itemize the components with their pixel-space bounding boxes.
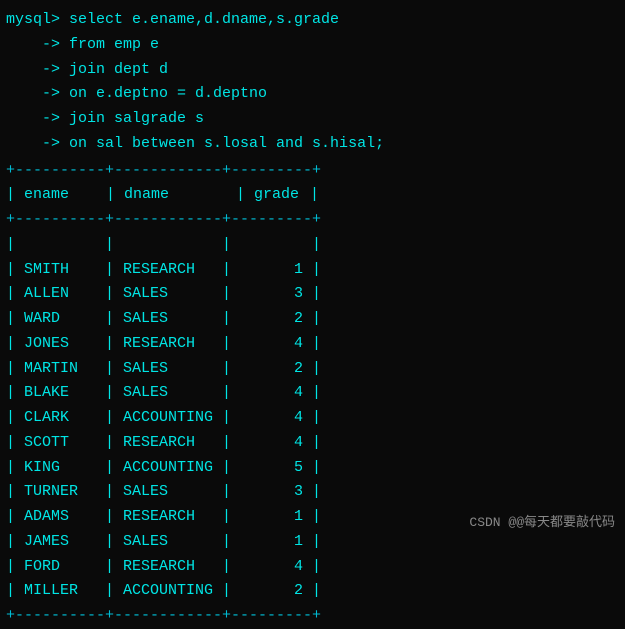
table-row: | TURNER | SALES | 3 | [6, 480, 619, 505]
header-grade: grade [254, 183, 310, 208]
table-row: | SCOTT | RESEARCH | 4 | [6, 431, 619, 456]
table-row: | BLAKE | SALES | 4 | [6, 381, 619, 406]
header-border: +----------+------------+---------+ [6, 208, 619, 233]
query-line-6: -> on sal between s.losal and s.hisal; [6, 132, 619, 157]
table-header: | ename| dname| grade| [6, 183, 619, 208]
result-table: +----------+------------+---------+ | en… [6, 159, 619, 629]
arrow-prompt-2: -> [6, 33, 60, 58]
table-row: | KING | ACCOUNTING | 5 | [6, 456, 619, 481]
arrow-prompt-6: -> [6, 132, 60, 157]
arrow-prompt-5: -> [6, 107, 60, 132]
watermark: CSDN @@每天都要敲代码 [469, 511, 615, 530]
query-text-3: join dept d [60, 58, 168, 83]
query-text-4: on e.deptno = d.deptno [60, 82, 267, 107]
query-text-5: join salgrade s [60, 107, 204, 132]
table-row: | SMITH | RESEARCH | 1 | [6, 258, 619, 283]
query-line-2: -> from emp e [6, 33, 619, 58]
query-line-3: -> join dept d [6, 58, 619, 83]
table-row: | MILLER | ACCOUNTING | 2 | [6, 579, 619, 604]
query-line-4: -> on e.deptno = d.deptno [6, 82, 619, 107]
table-row: | FORD | RESEARCH | 4 | [6, 555, 619, 580]
table-row: | WARD | SALES | 2 | [6, 307, 619, 332]
table-row: | ALLEN | SALES | 3 | [6, 282, 619, 307]
header-ename: ename [24, 183, 106, 208]
query-text-1: select e.ename,d.dname,s.grade [60, 8, 339, 33]
query-text-2: from emp e [60, 33, 159, 58]
top-border: +----------+------------+---------+ [6, 159, 619, 184]
table-body: | SMITH | RESEARCH | 1 || ALLEN | SALES … [6, 258, 619, 605]
table-row: | MARTIN | SALES | 2 | [6, 357, 619, 382]
table-row: | JAMES | SALES | 1 | [6, 530, 619, 555]
mysql-prompt: mysql> [6, 8, 60, 33]
arrow-prompt-3: -> [6, 58, 60, 83]
empty-row: | | | | [6, 233, 619, 258]
table-row: | JONES | RESEARCH | 4 | [6, 332, 619, 357]
arrow-prompt-4: -> [6, 82, 60, 107]
query-line-5: -> join salgrade s [6, 107, 619, 132]
terminal: mysql> select e.ename,d.dname,s.grade ->… [0, 0, 625, 542]
query-text-6: on sal between s.losal and s.hisal; [60, 132, 384, 157]
query-line-1: mysql> select e.ename,d.dname,s.grade [6, 8, 619, 33]
bottom-border: +----------+------------+---------+ [6, 604, 619, 629]
header-dname: dname [124, 183, 236, 208]
table-row: | CLARK | ACCOUNTING | 4 | [6, 406, 619, 431]
